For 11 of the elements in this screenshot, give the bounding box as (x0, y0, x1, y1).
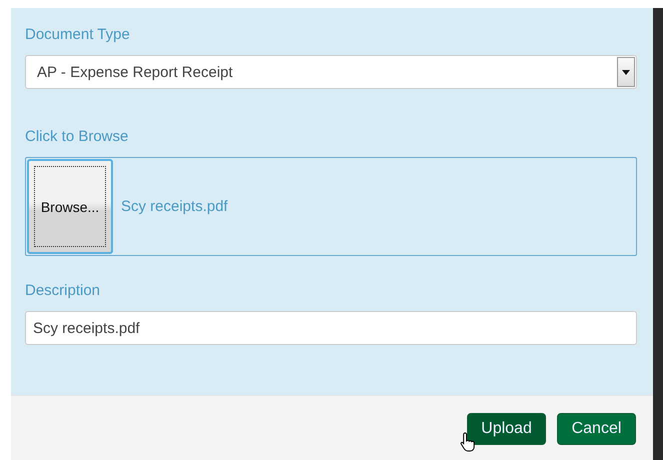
description-field[interactable]: Scy receipts.pdf (25, 311, 637, 345)
field-label: Document Type (25, 25, 131, 45)
document-type-select[interactable]: AP - Expense Report Receipt (25, 55, 637, 89)
field-label: Click to Browse (25, 127, 130, 147)
browse-button[interactable]: Browse... (27, 159, 113, 254)
hand-cursor-icon (460, 432, 476, 452)
field-label: Description (25, 281, 102, 301)
file-name: Scy receipts.pdf (121, 198, 228, 215)
file-picker[interactable]: Browse... Scy receipts.pdf (25, 157, 637, 256)
select-value: AP - Expense Report Receipt (36, 64, 234, 80)
dialog-button[interactable]: Cancel (557, 413, 636, 445)
